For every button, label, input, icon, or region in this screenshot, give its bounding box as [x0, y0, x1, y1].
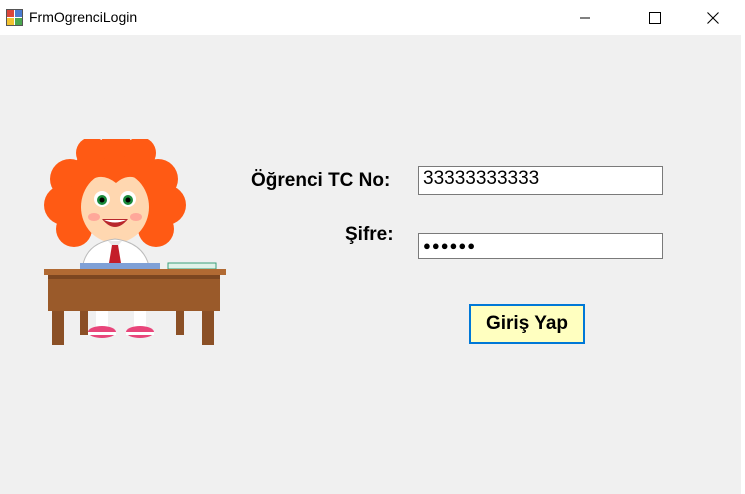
close-button[interactable]: [690, 0, 736, 35]
title-bar[interactable]: FrmOgrenciLogin: [0, 0, 745, 35]
window-title: FrmOgrenciLogin: [29, 9, 138, 25]
login-button-label: Giriş Yap: [485, 313, 569, 334]
app-icon: [6, 9, 23, 26]
password-label: Şifre:: [345, 224, 394, 245]
student-id-input[interactable]: 33333333333: [418, 166, 663, 195]
minimize-button[interactable]: [562, 0, 608, 35]
login-button[interactable]: Giriş Yap: [469, 304, 585, 344]
student-id-label: Öğrenci TC No:: [251, 170, 391, 191]
maximize-icon: [649, 11, 661, 24]
password-input[interactable]: ●●●●●●: [418, 233, 663, 259]
window-edge: [741, 35, 745, 494]
minimize-icon: [580, 17, 590, 18]
maximize-button[interactable]: [632, 0, 678, 35]
close-icon: [707, 11, 719, 24]
student-desk-illustration: [44, 139, 226, 345]
